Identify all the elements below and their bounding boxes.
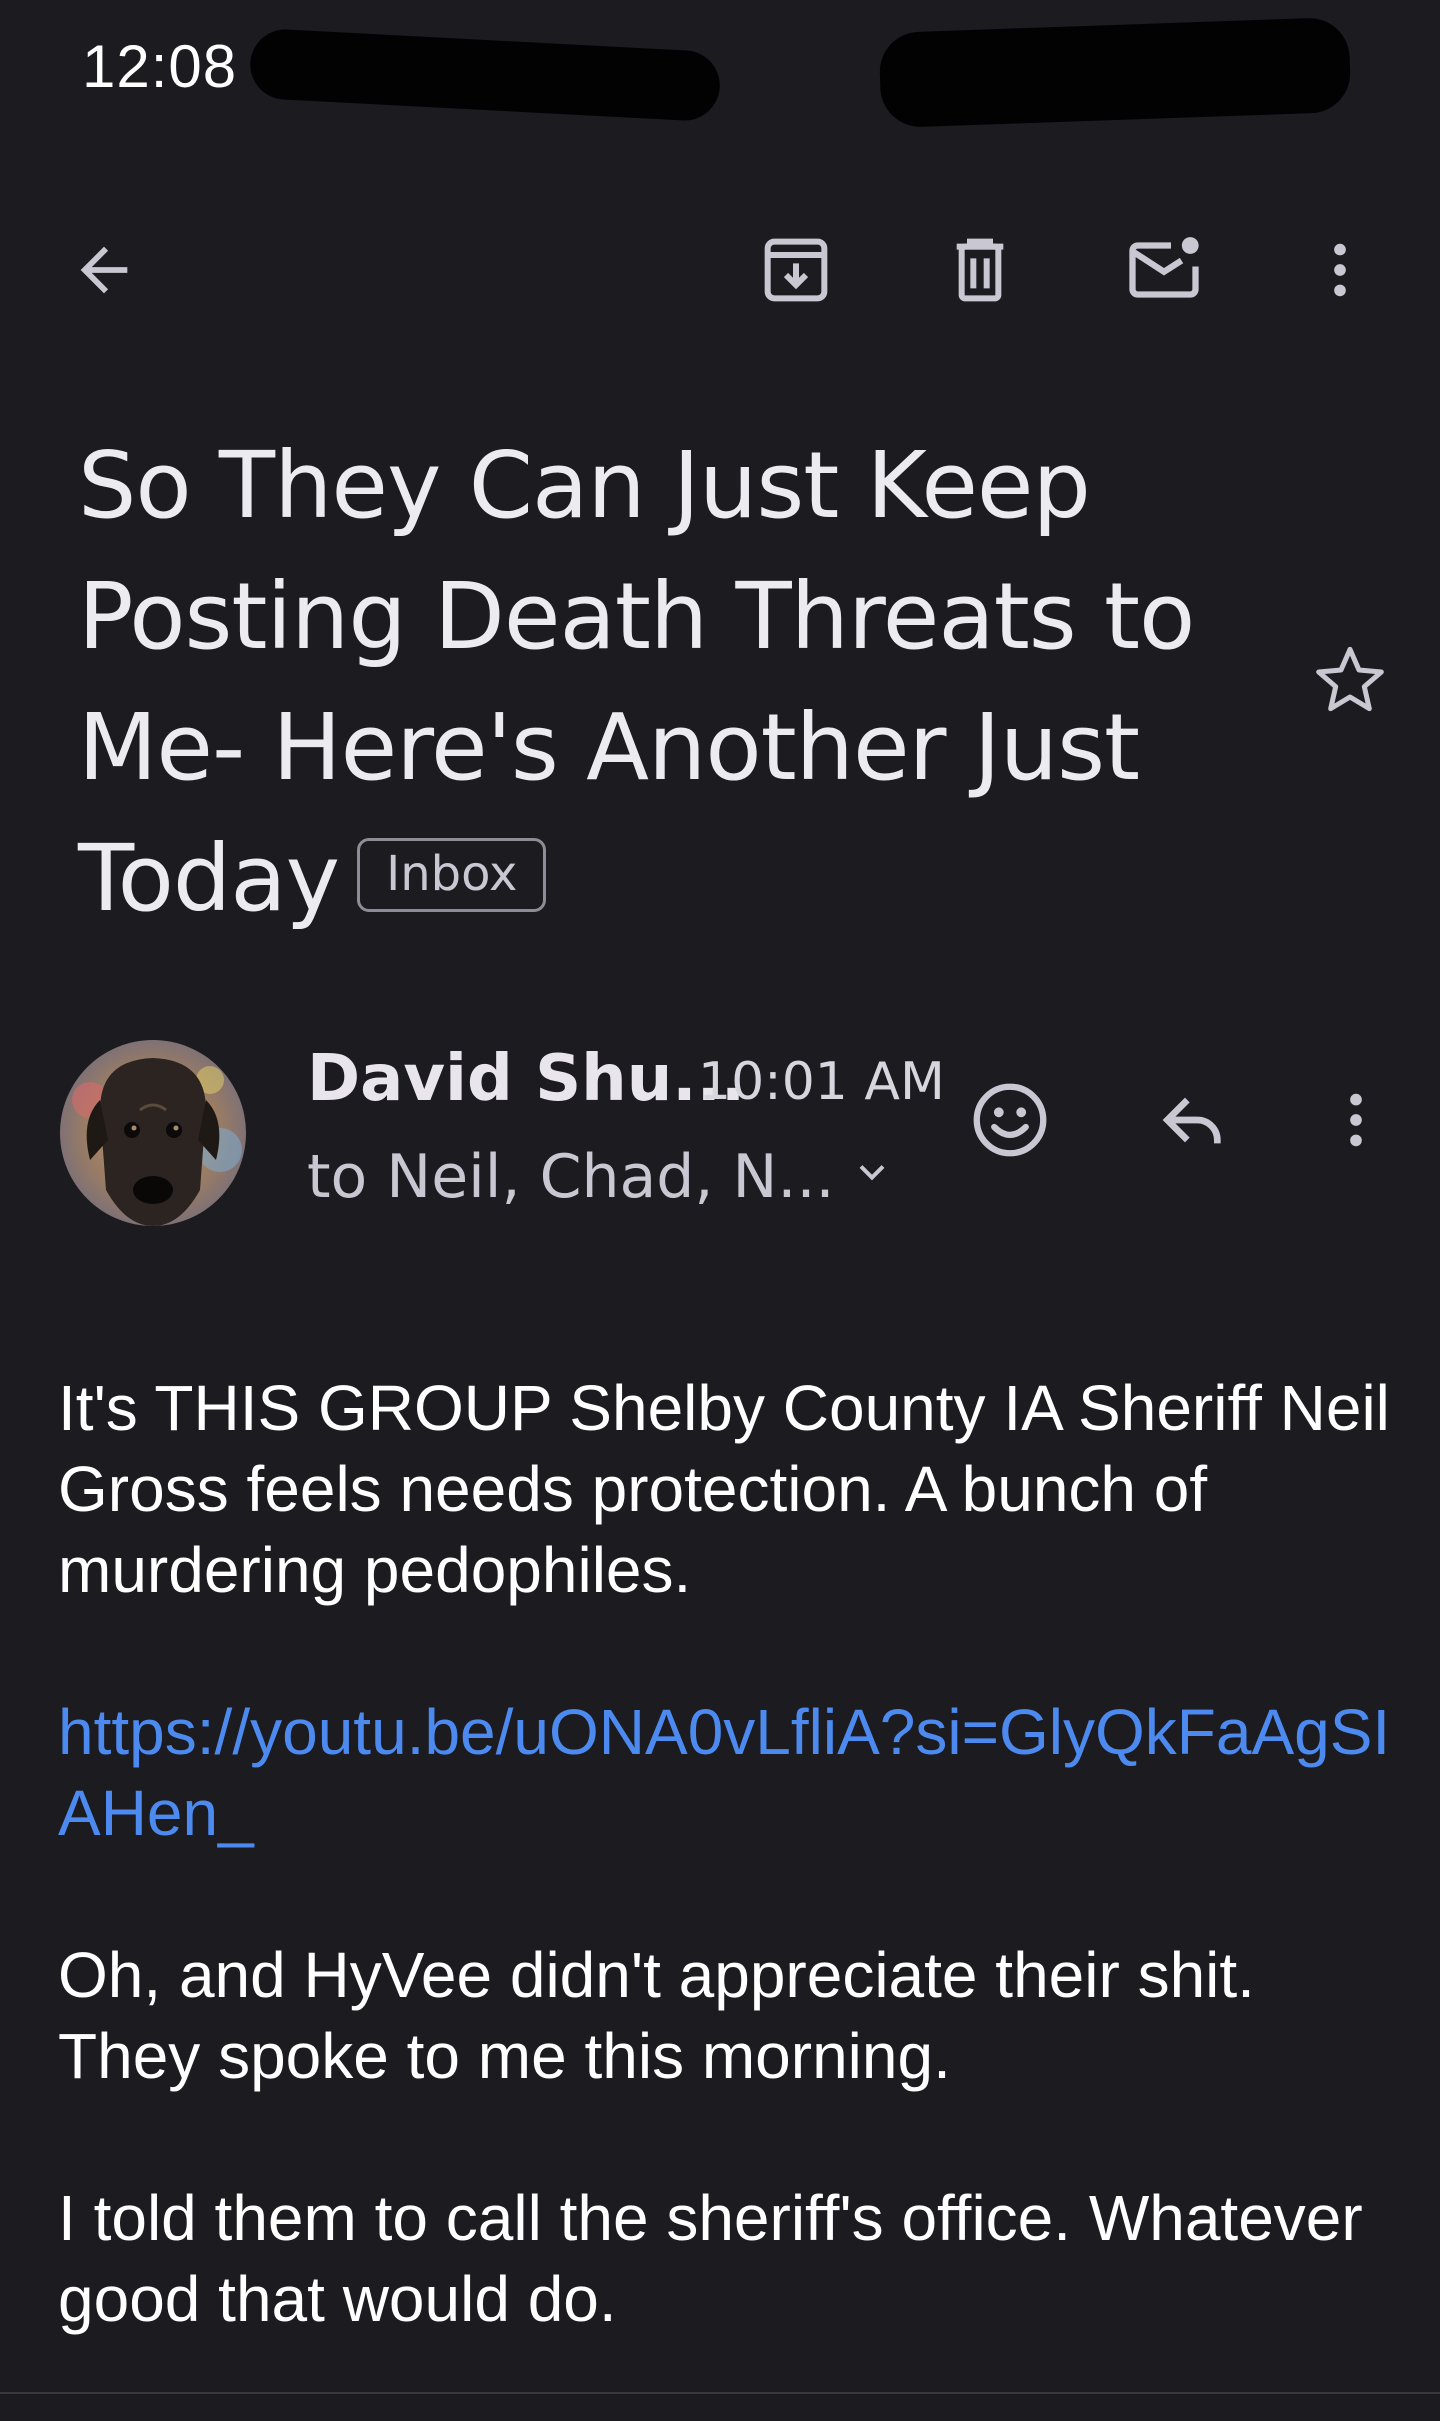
email-body: It's THIS GROUP Shelby County IA Sheriff… xyxy=(58,1368,1398,2421)
more-vert-icon xyxy=(1334,243,1346,297)
status-time: 12:08 xyxy=(82,33,238,100)
youtube-link[interactable]: https://youtu.be/uONA0vLfliA?si=GlyQkFaA… xyxy=(58,1696,1390,1849)
add-reaction-button[interactable] xyxy=(960,1070,1060,1170)
sender-row: David Shu... 10:01 AM to Neil, Chad, N..… xyxy=(0,1030,1440,1230)
mail-unread-icon xyxy=(1129,237,1199,298)
more-vert-icon xyxy=(1350,1093,1362,1147)
delete-button[interactable] xyxy=(930,220,1030,320)
body-paragraph-1: It's THIS GROUP Shelby County IA Sheriff… xyxy=(58,1372,1390,1606)
message-more-button[interactable] xyxy=(1306,1070,1406,1170)
more-options-button[interactable] xyxy=(1290,220,1390,320)
mark-unread-button[interactable] xyxy=(1114,220,1214,320)
sender-name[interactable]: David Shu... xyxy=(307,1042,745,1116)
archive-icon xyxy=(764,238,828,302)
chevron-down-icon[interactable] xyxy=(850,1150,894,1194)
status-bar: 12:08 xyxy=(0,0,1440,150)
sender-avatar[interactable] xyxy=(60,1040,246,1226)
star-button[interactable] xyxy=(1300,630,1400,730)
body-paragraph-2: Oh, and HyVee didn't appreciate their sh… xyxy=(58,1939,1255,2092)
reply-button[interactable] xyxy=(1144,1070,1244,1170)
emoji-icon xyxy=(973,1083,1047,1157)
sent-time: 10:01 AM xyxy=(698,1052,945,1112)
subject-text: So They Can Just Keep Posting Death Thre… xyxy=(78,432,1195,932)
body-paragraph-3: I told them to call the sheriff's office… xyxy=(58,2182,1363,2335)
reply-icon xyxy=(1162,1097,1221,1144)
email-subject: So They Can Just Keep Posting Death Thre… xyxy=(78,420,1228,944)
bottom-divider xyxy=(0,2392,1440,2394)
redaction-left xyxy=(248,27,722,123)
inbox-label-chip[interactable]: Inbox xyxy=(357,837,547,912)
trash-icon xyxy=(956,238,1004,302)
back-button[interactable] xyxy=(54,220,154,320)
dog-avatar-image xyxy=(60,1040,246,1226)
email-toolbar xyxy=(0,190,1440,340)
star-icon xyxy=(1316,646,1384,712)
redaction-right xyxy=(878,16,1352,129)
arrow-back-icon xyxy=(80,246,128,294)
archive-button[interactable] xyxy=(746,220,846,320)
recipients-line[interactable]: to Neil, Chad, N... xyxy=(307,1142,835,1212)
